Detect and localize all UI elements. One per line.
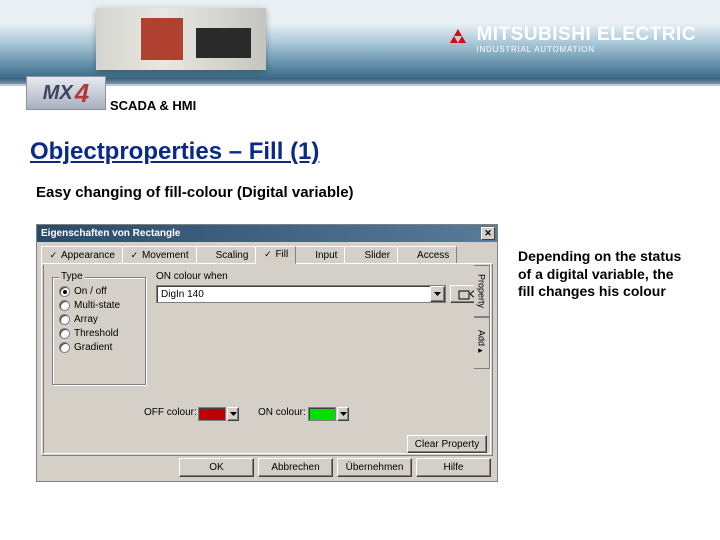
header-line <box>0 84 720 86</box>
brand-name: MITSUBISHI ELECTRIC <box>476 25 696 44</box>
empty-icon <box>405 251 414 260</box>
tab-label: Scaling <box>216 250 249 261</box>
type-radio-list: On / off Multi-state Array Threshold Gra… <box>53 278 145 357</box>
combo-value: DigIn 140 <box>157 289 430 300</box>
on-colour-when-label: ON colour when <box>156 271 228 282</box>
dialog-title: Eigenschaften von Rectangle <box>39 228 481 239</box>
cancel-button[interactable]: Abbrechen <box>258 458 333 477</box>
side-tab-add[interactable]: Add▸ <box>474 317 490 369</box>
tab-slider[interactable]: Slider <box>344 246 398 263</box>
side-tabs: Property Add▸ <box>474 265 490 415</box>
tab-body-inner: Type On / off Multi-state Array Threshol… <box>43 265 491 454</box>
tab-access[interactable]: Access <box>397 246 457 263</box>
page-title: Objectproperties – Fill (1) <box>30 138 720 166</box>
radio-label: Gradient <box>74 342 112 353</box>
clear-property-button[interactable]: Clear Property <box>407 435 487 453</box>
tab-body: Type On / off Multi-state Array Threshol… <box>41 263 493 456</box>
header-bg: MITSUBISHI ELECTRIC INDUSTRIAL AUTOMATIO… <box>0 0 720 78</box>
radio-multi-state[interactable]: Multi-state <box>59 300 139 311</box>
scada-label: SCADA & HMI <box>110 98 196 113</box>
off-colour-dropdown[interactable] <box>227 407 239 421</box>
tab-label: Appearance <box>61 250 115 261</box>
empty-icon <box>352 251 361 260</box>
tab-label: Slider <box>364 250 390 261</box>
off-colour-swatch[interactable] <box>198 407 226 421</box>
tab-input[interactable]: Input <box>295 246 345 263</box>
properties-dialog: Eigenschaften von Rectangle ✕ ✓Appearanc… <box>36 224 498 482</box>
chevron-down-icon[interactable] <box>430 286 445 302</box>
dialog-button-row: OK Abbrechen Übernehmen Hilfe <box>37 458 497 477</box>
on-colour-dropdown[interactable] <box>337 407 349 421</box>
on-colour-label: ON colour: <box>258 407 306 418</box>
checkmark-icon: ✓ <box>49 251 58 260</box>
radio-label: On / off <box>74 286 107 297</box>
radio-on-off[interactable]: On / off <box>59 286 139 297</box>
mx4-logo: MX4 <box>26 76 106 110</box>
side-tab-property[interactable]: Property <box>474 265 490 317</box>
tab-movement[interactable]: ✓Movement <box>122 246 197 263</box>
radio-gradient[interactable]: Gradient <box>59 342 139 353</box>
radio-icon <box>59 342 70 353</box>
tab-fill[interactable]: ✓Fill <box>255 246 296 264</box>
checkmark-icon: ✓ <box>263 250 272 259</box>
ok-button[interactable]: OK <box>179 458 254 477</box>
chevron-down-icon <box>340 412 347 416</box>
empty-icon <box>303 251 312 260</box>
tab-label: Movement <box>142 250 189 261</box>
tab-strip: ✓Appearance ✓Movement Scaling ✓Fill Inpu… <box>37 242 497 263</box>
page-subtitle: Easy changing of fill-colour (Digital va… <box>36 184 720 201</box>
radio-icon <box>59 300 70 311</box>
dialog-titlebar[interactable]: Eigenschaften von Rectangle ✕ <box>37 225 497 242</box>
mitsubishi-logo-icon <box>446 29 470 51</box>
type-group-label: Type <box>59 271 85 282</box>
on-colour-swatch[interactable] <box>308 407 336 421</box>
radio-icon <box>59 286 70 297</box>
tab-label: Fill <box>275 249 288 260</box>
brand-sub: INDUSTRIAL AUTOMATION <box>476 45 696 54</box>
radio-icon <box>59 328 70 339</box>
chevron-down-icon <box>230 412 237 416</box>
type-groupbox: Type On / off Multi-state Array Threshol… <box>52 277 146 385</box>
radio-label: Threshold <box>74 328 118 339</box>
tab-scaling[interactable]: Scaling <box>196 246 257 263</box>
product-photo <box>96 8 266 70</box>
radio-threshold[interactable]: Threshold <box>59 328 139 339</box>
mx4-mx: MX <box>43 82 73 105</box>
slide-header: MITSUBISHI ELECTRIC INDUSTRIAL AUTOMATIO… <box>0 0 720 90</box>
checkmark-icon: ✓ <box>130 251 139 260</box>
radio-label: Array <box>74 314 98 325</box>
apply-button[interactable]: Übernehmen <box>337 458 412 477</box>
brand-block: MITSUBISHI ELECTRIC INDUSTRIAL AUTOMATIO… <box>446 25 696 54</box>
explanation-text: Depending on the status of a digital var… <box>518 248 693 301</box>
radio-array[interactable]: Array <box>59 314 139 325</box>
tab-label: Input <box>315 250 337 261</box>
variable-combo[interactable]: DigIn 140 <box>156 285 446 303</box>
radio-icon <box>59 314 70 325</box>
empty-icon <box>204 251 213 260</box>
close-icon[interactable]: ✕ <box>481 227 495 240</box>
tab-appearance[interactable]: ✓Appearance <box>41 246 123 263</box>
radio-label: Multi-state <box>74 300 120 311</box>
help-button[interactable]: Hilfe <box>416 458 491 477</box>
mx4-four: 4 <box>75 78 89 109</box>
off-colour-label: OFF colour: <box>144 407 197 418</box>
tab-label: Access <box>417 250 449 261</box>
